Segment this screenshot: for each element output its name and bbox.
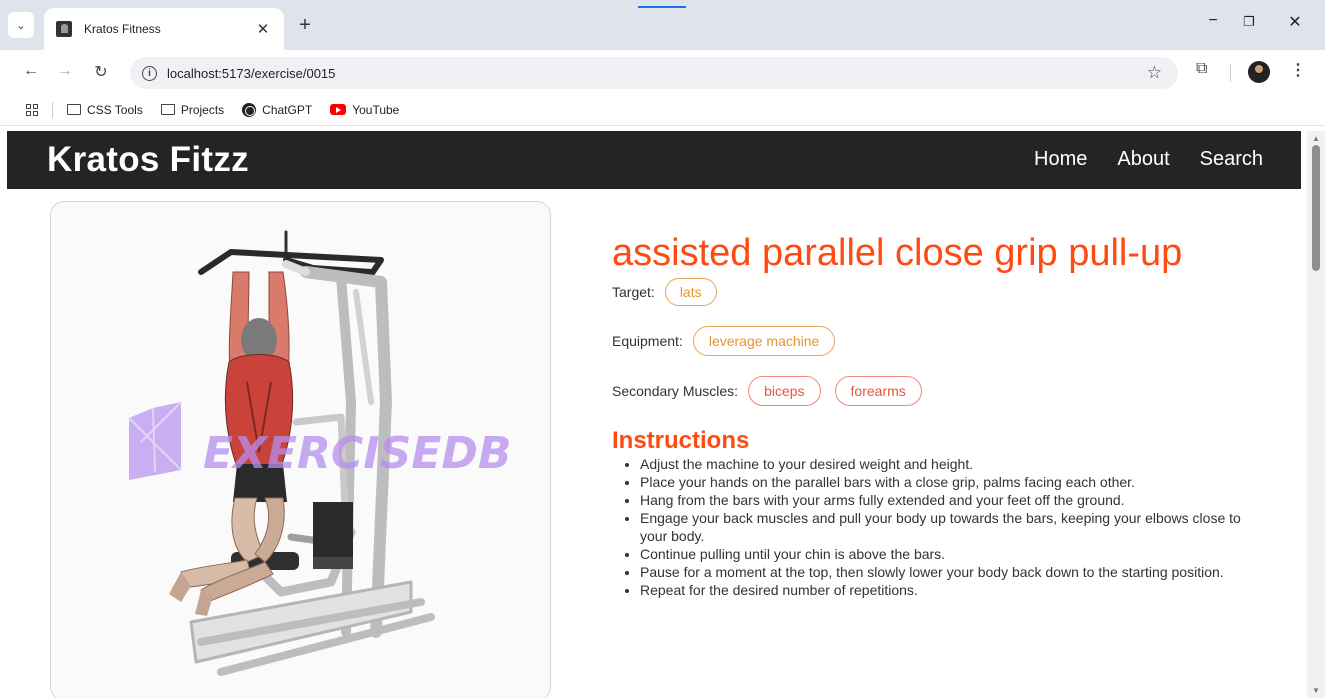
instruction-item: Adjust the machine to your desired weigh… [640, 455, 1260, 473]
exercise-illustration: EXERCISEDB [128, 230, 511, 676]
exercise-details: assisted parallel close grip pull-up Tar… [612, 231, 1262, 599]
page-scrollbar[interactable]: ▲ ▼ [1307, 131, 1325, 698]
equipment-label: Equipment: [612, 333, 683, 349]
scroll-thumb[interactable] [1312, 145, 1320, 271]
bookmark-chatgpt[interactable]: ChatGPT [242, 102, 313, 117]
tab-strip-accent [638, 6, 686, 8]
bookmark-label: Projects [180, 102, 225, 117]
nav-home-link[interactable]: Home [1034, 148, 1087, 171]
tab-search-chevron-icon[interactable]: ⌄ [8, 12, 34, 38]
instruction-item: Continue pulling until your chin is abov… [640, 545, 1260, 563]
site-navbar: Kratos Fitzz Home About Search [7, 131, 1301, 189]
secondary-muscle-tag[interactable]: forearms [834, 376, 922, 406]
bookmark-label: CSS Tools [87, 102, 143, 117]
bookmark-css-tools[interactable]: CSS Tools [67, 103, 143, 117]
extensions-puzzle-icon[interactable]: ⧉ [1196, 60, 1207, 78]
kebab-menu-icon[interactable]: ⋮ [1290, 60, 1306, 80]
url-text[interactable]: localhost:5173/exercise/0015 [167, 66, 335, 81]
instruction-item: Repeat for the desired number of repetit… [640, 581, 1260, 599]
instruction-item: Hang from the bars with your arms fully … [640, 491, 1260, 509]
bookmark-star-icon[interactable]: ☆ [1147, 63, 1162, 83]
exercise-title: assisted parallel close grip pull-up [612, 232, 1183, 274]
browser-toolbar: ← → ↻ i localhost:5173/exercise/0015 ☆ ⧉… [0, 50, 1325, 94]
toolbar-divider [1230, 64, 1231, 82]
page-viewport: Kratos Fitzz Home About Search EXERCISED… [0, 131, 1325, 698]
secondary-muscles-row: Secondary Muscles: biceps forearms [612, 375, 1262, 407]
new-tab-plus-icon[interactable]: + [294, 14, 316, 37]
secondary-muscle-tag[interactable]: biceps [748, 376, 821, 406]
scroll-up-arrow-icon[interactable]: ▲ [1312, 134, 1320, 143]
equipment-row: Equipment: leverage machine [612, 325, 1262, 357]
bookmarks-divider [52, 101, 53, 118]
nav-links: Home About Search [1034, 148, 1263, 171]
instructions-heading: Instructions [612, 427, 750, 454]
folder-icon [160, 104, 175, 115]
browser-tab[interactable]: Kratos Fitness ✕ [44, 8, 284, 50]
apps-grid-icon[interactable] [26, 103, 38, 116]
address-bar[interactable]: i localhost:5173/exercise/0015 ☆ [130, 57, 1178, 89]
site-info-icon[interactable]: i [142, 65, 157, 81]
folder-icon [67, 104, 81, 115]
bookmarks-bar: CSS Tools Projects ChatGPT YouTube [0, 94, 1325, 126]
target-label: Target: [612, 284, 655, 300]
secondary-muscles-label: Secondary Muscles: [612, 383, 739, 399]
instructions-list: Adjust the machine to your desired weigh… [640, 455, 1260, 599]
chatgpt-icon [242, 102, 257, 117]
restore-icon[interactable]: ❐ [1234, 14, 1264, 30]
exercise-image-card: EXERCISEDB [50, 201, 551, 698]
forward-arrow-icon[interactable]: → [54, 62, 76, 80]
tab-favicon-icon [56, 21, 72, 37]
watermark-text: EXERCISEDB [203, 428, 511, 479]
instruction-item: Place your hands on the parallel bars wi… [640, 473, 1260, 491]
nav-about-link[interactable]: About [1117, 148, 1169, 171]
close-window-icon[interactable]: ✕ [1280, 12, 1310, 32]
close-tab-icon[interactable]: ✕ [254, 20, 272, 38]
bookmark-projects[interactable]: Projects [160, 102, 225, 117]
browser-tab-strip: ⌄ Kratos Fitness ✕ + − ❐ ✕ [0, 0, 1325, 50]
bookmark-youtube[interactable]: YouTube [330, 103, 399, 117]
target-tag[interactable]: lats [664, 278, 717, 306]
scroll-down-arrow-icon[interactable]: ▼ [1312, 686, 1320, 695]
back-arrow-icon[interactable]: ← [20, 62, 42, 80]
equipment-tag[interactable]: leverage machine [692, 326, 836, 356]
nav-search-link[interactable]: Search [1200, 148, 1263, 171]
bookmark-label: YouTube [352, 102, 400, 117]
bookmark-label: ChatGPT [262, 102, 313, 117]
tab-title: Kratos Fitness [84, 22, 161, 36]
reload-icon[interactable]: ↻ [90, 62, 112, 82]
secondary-muscles-tags: biceps forearms [748, 376, 936, 406]
target-row: Target: lats [612, 277, 1262, 307]
instruction-item: Pause for a moment at the top, then slow… [640, 563, 1260, 581]
minimize-icon[interactable]: − [1198, 12, 1228, 30]
youtube-icon [330, 104, 347, 115]
instruction-item: Engage your back muscles and pull your b… [640, 509, 1260, 545]
watermark-logo [128, 401, 182, 480]
profile-avatar[interactable] [1248, 61, 1270, 83]
site-brand[interactable]: Kratos Fitzz [47, 140, 249, 180]
